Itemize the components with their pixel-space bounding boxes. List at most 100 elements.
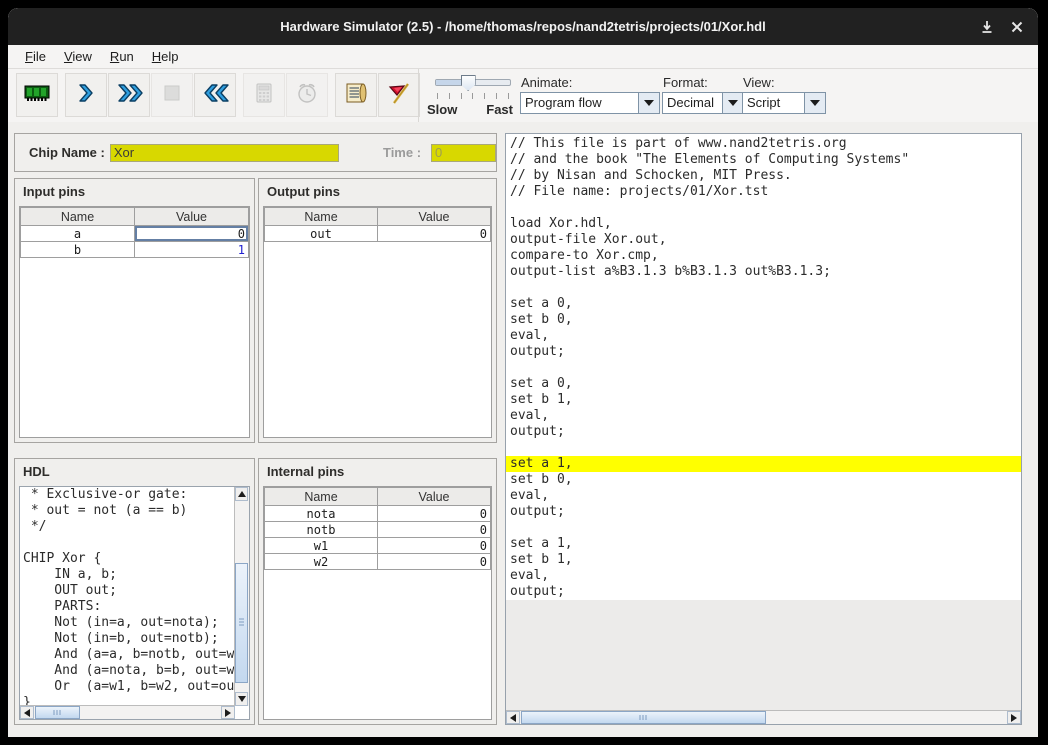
table-row: w10 bbox=[265, 538, 491, 554]
app-window: Hardware Simulator (2.5) - /home/thomas/… bbox=[8, 8, 1038, 737]
scroll-right-button[interactable] bbox=[221, 706, 235, 719]
stop-button bbox=[151, 73, 193, 117]
pin-value-cell[interactable]: 0 bbox=[378, 506, 491, 522]
hdl-code-text: * Exclusive-or gate: * out = not (a == b… bbox=[20, 487, 235, 706]
script-line: output-list a%B3.1.3 b%B3.1.3 out%B3.1.3… bbox=[506, 264, 1021, 280]
table-row: nota0 bbox=[265, 506, 491, 522]
input-pins-table: NameValuea0b1 bbox=[19, 206, 250, 438]
scroll-icon bbox=[342, 80, 370, 111]
load-chip-button[interactable] bbox=[16, 73, 58, 117]
script-line: compare-to Xor.cmp, bbox=[506, 248, 1021, 264]
script-line bbox=[506, 360, 1021, 376]
chevron-down-icon[interactable] bbox=[638, 93, 659, 113]
chevron-down-icon[interactable] bbox=[722, 93, 743, 113]
speed-slider-ticks bbox=[437, 93, 509, 99]
script-hscroll-thumb[interactable] bbox=[521, 711, 766, 724]
script-line: // File name: projects/01/Xor.tst bbox=[506, 184, 1021, 200]
hdl-code-line: * Exclusive-or gate: bbox=[20, 487, 235, 503]
speed-slider-thumb[interactable] bbox=[461, 75, 476, 91]
script-line bbox=[506, 280, 1021, 296]
table-row: b1 bbox=[21, 242, 249, 258]
pin-name-cell: a bbox=[21, 226, 135, 242]
script-line: set b 1, bbox=[506, 552, 1021, 568]
hdl-code-view: * Exclusive-or gate: * out = not (a == b… bbox=[19, 486, 250, 720]
pin-value-cell[interactable]: 0 bbox=[378, 522, 491, 538]
script-line: output; bbox=[506, 584, 1021, 600]
scroll-left-button[interactable] bbox=[20, 706, 34, 719]
hdl-code-line: And (a=nota, b=b, out=w2); bbox=[20, 663, 235, 679]
scroll-left-button[interactable] bbox=[506, 711, 520, 724]
fast-forward-icon bbox=[114, 80, 144, 111]
output-pins-title: Output pins bbox=[259, 179, 496, 202]
table-row: a0 bbox=[21, 226, 249, 242]
table-row: notb0 bbox=[265, 522, 491, 538]
pin-value-cell[interactable]: 0 bbox=[378, 538, 491, 554]
output-pins-panel: Output pins NameValueout0 bbox=[258, 178, 497, 443]
hdl-vertical-scrollbar[interactable] bbox=[234, 487, 249, 706]
scroll-right-button[interactable] bbox=[1007, 711, 1021, 724]
menu-help[interactable]: Help bbox=[143, 46, 188, 67]
single-step-button[interactable] bbox=[65, 73, 107, 117]
view-select[interactable]: Script bbox=[742, 92, 826, 114]
input-pins-title: Input pins bbox=[15, 179, 254, 202]
close-button[interactable] bbox=[1006, 16, 1028, 38]
pin-name-cell: w1 bbox=[265, 538, 378, 554]
slider-slow-label: Slow bbox=[427, 102, 457, 117]
table-row: out0 bbox=[265, 226, 491, 242]
pin-value-cell[interactable]: 0 bbox=[378, 226, 491, 242]
step-forward-icon bbox=[73, 80, 99, 111]
input-pins-panel: Input pins NameValuea0b1 bbox=[14, 178, 255, 443]
format-label: Format: bbox=[663, 75, 744, 90]
animate-label: Animate: bbox=[521, 75, 660, 90]
alarm-clock-icon bbox=[294, 80, 320, 111]
script-line: eval, bbox=[506, 568, 1021, 584]
script-line: output; bbox=[506, 424, 1021, 440]
time-field: 0 bbox=[431, 144, 496, 162]
load-script-button[interactable] bbox=[335, 73, 377, 117]
hdl-code-line: Not (in=a, out=nota); bbox=[20, 615, 235, 631]
window-title: Hardware Simulator (2.5) - /home/thomas/… bbox=[8, 8, 1038, 45]
chip-header-bar: Chip Name : Xor Time : 0 bbox=[14, 133, 497, 172]
run-button[interactable] bbox=[108, 73, 150, 117]
script-line: set a 0, bbox=[506, 296, 1021, 312]
reset-button[interactable] bbox=[194, 73, 236, 117]
close-icon bbox=[1011, 21, 1023, 33]
animate-select[interactable]: Program flow bbox=[520, 92, 660, 114]
pin-value-cell[interactable]: 1 bbox=[135, 242, 249, 258]
toolbar-buttons bbox=[16, 73, 421, 117]
minimize-button[interactable] bbox=[976, 16, 998, 38]
chip-icon bbox=[23, 80, 51, 111]
column-header-name: Name bbox=[21, 208, 135, 226]
script-line: output; bbox=[506, 504, 1021, 520]
table-header-row: NameValue bbox=[265, 208, 491, 226]
internal-pins-panel: Internal pins NameValuenota0notb0w10w20 bbox=[258, 458, 497, 725]
chip-name-field[interactable]: Xor bbox=[110, 144, 339, 162]
pin-value-cell[interactable]: 0 bbox=[378, 554, 491, 570]
scroll-up-button[interactable] bbox=[235, 487, 248, 501]
breakpoints-button[interactable] bbox=[378, 73, 420, 117]
clock-button bbox=[286, 73, 328, 117]
menu-view[interactable]: View bbox=[55, 46, 101, 67]
script-line: output-file Xor.out, bbox=[506, 232, 1021, 248]
chevron-down-icon[interactable] bbox=[804, 93, 825, 113]
hdl-code-line: Not (in=b, out=notb); bbox=[20, 631, 235, 647]
speed-slider-group: Slow Fast bbox=[418, 69, 519, 122]
view-label: View: bbox=[743, 75, 826, 90]
hdl-horizontal-scrollbar[interactable] bbox=[20, 705, 235, 719]
script-line: load Xor.hdl, bbox=[506, 216, 1021, 232]
menu-file[interactable]: File bbox=[16, 46, 55, 67]
pin-value-cell[interactable]: 0 bbox=[135, 226, 249, 242]
scroll-down-button[interactable] bbox=[235, 692, 248, 706]
pin-name-cell: notb bbox=[265, 522, 378, 538]
hdl-hscroll-thumb[interactable] bbox=[35, 706, 80, 719]
hdl-code-line: CHIP Xor { bbox=[20, 551, 235, 567]
script-horizontal-scrollbar[interactable] bbox=[506, 710, 1021, 724]
table-row: w20 bbox=[265, 554, 491, 570]
format-select[interactable]: Decimal bbox=[662, 92, 744, 114]
menu-run[interactable]: Run bbox=[101, 46, 143, 67]
main-area: Chip Name : Xor Time : 0 Input pins Name… bbox=[8, 122, 1038, 737]
title-bar: Hardware Simulator (2.5) - /home/thomas/… bbox=[8, 8, 1038, 45]
hdl-vscroll-thumb[interactable] bbox=[235, 563, 248, 683]
hdl-panel: HDL * Exclusive-or gate: * out = not (a … bbox=[14, 458, 255, 725]
format-selected-value: Decimal bbox=[663, 93, 722, 113]
